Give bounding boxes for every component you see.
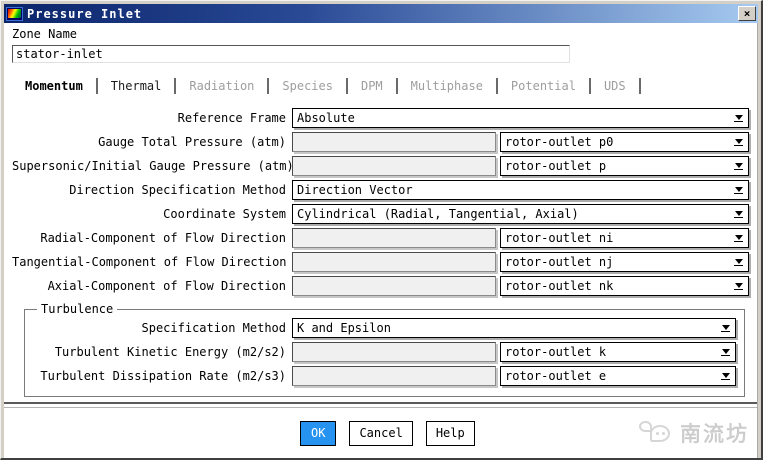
radial-component-of-flow-direction-label: Radial-Component of Flow Direction xyxy=(40,231,286,245)
turbulence-group-title: Turbulence xyxy=(41,302,114,316)
tangential-component-of-flow-direction-label: Tangential-Component of Flow Direction xyxy=(12,255,287,269)
supersonic-initial-gauge-pressure-atm-input[interactable] xyxy=(292,156,496,176)
selected-value: rotor-outlet e xyxy=(505,369,607,383)
form-row: Turbulent Dissipation Rate (m2/s3) rotor-… xyxy=(33,364,736,388)
coordinate-system-label: Coordinate System xyxy=(163,207,286,221)
dropdown-arrow-icon[interactable] xyxy=(733,282,744,290)
pressure-inlet-dialog: Pressure Inlet × Zone Name stator-inlet … xyxy=(0,0,763,460)
selected-value: K and Epsilon xyxy=(297,321,391,335)
dialog-body: Zone Name stator-inlet Momentum Thermal Ra… xyxy=(4,23,758,458)
form-row: Radial-Component of Flow Direction rotor-… xyxy=(12,226,749,250)
dropdown-arrow-icon[interactable] xyxy=(733,138,744,146)
selected-value: Cylindrical (Radial, Tangential, Axial) xyxy=(297,207,579,221)
window-title: Pressure Inlet xyxy=(27,6,143,21)
tab-thermal[interactable]: Thermal xyxy=(98,79,175,93)
dropdown-arrow-icon[interactable] xyxy=(720,348,731,356)
tangential-component-of-flow-direction-input[interactable] xyxy=(292,252,496,272)
form-row: Supersonic/Initial Gauge Pressure (atm) r… xyxy=(12,154,749,178)
direction-specification-method-label: Direction Specification Method xyxy=(69,183,286,197)
tangential-component-of-flow-direction-select[interactable]: rotor-outlet nj xyxy=(500,252,749,272)
dropdown-arrow-icon[interactable] xyxy=(720,372,731,380)
direction-specification-method-select[interactable]: Direction Vector xyxy=(292,180,749,200)
turbulence-group: Turbulence Specification Method K and Eps… xyxy=(24,302,745,397)
ok-button[interactable]: OK xyxy=(300,420,337,446)
selected-value: rotor-outlet k xyxy=(505,345,607,359)
tab-radiation: Radiation xyxy=(189,79,255,93)
selected-value: Absolute xyxy=(297,111,355,125)
watermark: 南流坊 xyxy=(638,418,749,448)
form-row: Reference Frame Absolute xyxy=(12,106,749,130)
gauge-total-pressure-atm-input[interactable] xyxy=(292,132,496,152)
gauge-total-pressure-atm-label: Gauge Total Pressure (atm) xyxy=(98,135,286,149)
tab-bar: Momentum Thermal Radiation Species DPM Multip… xyxy=(12,77,749,95)
footer: OK Cancel Help 南流坊 xyxy=(4,408,757,458)
dropdown-arrow-icon[interactable] xyxy=(733,210,744,218)
close-icon: × xyxy=(743,7,751,20)
form-row: Specification Method K and Epsilon xyxy=(33,316,736,340)
reference-frame-select[interactable]: Absolute xyxy=(292,108,749,128)
supersonic-initial-gauge-pressure-atm-select[interactable]: rotor-outlet p xyxy=(500,156,749,176)
form-row: Turbulent Kinetic Energy (m2/s2) rotor-ou… xyxy=(33,340,736,364)
form-row: Direction Specification Method Direction … xyxy=(12,178,749,202)
watermark-logo-icon xyxy=(638,418,676,448)
selected-value: rotor-outlet p0 xyxy=(505,135,614,149)
gauge-total-pressure-atm-select[interactable]: rotor-outlet p0 xyxy=(500,132,749,152)
dropdown-arrow-icon[interactable] xyxy=(733,186,744,194)
tab-momentum[interactable]: Momentum xyxy=(12,79,96,93)
axial-component-of-flow-direction-label: Axial-Component of Flow Direction xyxy=(47,279,286,293)
turbulent-kinetic-energy-m2-s2-label: Turbulent Kinetic Energy (m2/s2) xyxy=(54,345,286,359)
title-bar[interactable]: Pressure Inlet × xyxy=(4,4,758,23)
turbulent-dissipation-rate-m2-s3-label: Turbulent Dissipation Rate (m2/s3) xyxy=(40,369,286,383)
watermark-text: 南流坊 xyxy=(680,422,749,447)
radial-component-of-flow-direction-select[interactable]: rotor-outlet ni xyxy=(500,228,749,248)
turbulence-form: Specification Method K and Epsilon Turbule… xyxy=(33,316,736,388)
dropdown-arrow-icon[interactable] xyxy=(720,324,731,332)
selected-value: rotor-outlet p xyxy=(505,159,607,173)
dropdown-arrow-icon[interactable] xyxy=(733,234,744,242)
specification-method-select[interactable]: K and Epsilon xyxy=(292,318,736,338)
selected-value: rotor-outlet nj xyxy=(505,255,614,269)
tab-uds: UDS xyxy=(603,79,626,93)
zone-name-input[interactable]: stator-inlet xyxy=(12,45,570,63)
close-button[interactable]: × xyxy=(738,6,756,21)
dropdown-arrow-icon[interactable] xyxy=(733,114,744,122)
radial-component-of-flow-direction-input[interactable] xyxy=(292,228,496,248)
zone-name-label: Zone Name xyxy=(12,27,78,41)
reference-frame-label: Reference Frame xyxy=(177,111,286,125)
cancel-button[interactable]: Cancel xyxy=(349,420,413,446)
turbulent-dissipation-rate-m2-s3-select[interactable]: rotor-outlet e xyxy=(500,366,736,386)
axial-component-of-flow-direction-input[interactable] xyxy=(292,276,496,296)
axial-component-of-flow-direction-select[interactable]: rotor-outlet nk xyxy=(500,276,749,296)
form-row: Coordinate System Cylindrical (Radial, Ta… xyxy=(12,202,749,226)
tab-multiphase: Multiphase xyxy=(410,79,483,93)
selected-value: rotor-outlet ni xyxy=(505,231,614,245)
supersonic-initial-gauge-pressure-atm-label: Supersonic/Initial Gauge Pressure (atm) xyxy=(12,159,294,173)
zone-name-value: stator-inlet xyxy=(16,47,103,61)
form-row: Axial-Component of Flow Direction rotor-o… xyxy=(12,274,749,298)
tab-separator xyxy=(638,78,641,94)
coordinate-system-select[interactable]: Cylindrical (Radial, Tangential, Axial) xyxy=(292,204,749,224)
turbulent-dissipation-rate-m2-s3-input[interactable] xyxy=(292,366,496,386)
fluent-app-icon xyxy=(6,6,23,21)
help-button[interactable]: Help xyxy=(425,420,475,446)
tab-dpm: DPM xyxy=(360,79,383,93)
dropdown-arrow-icon[interactable] xyxy=(733,258,744,266)
turbulent-kinetic-energy-m2-s2-select[interactable]: rotor-outlet k xyxy=(500,342,736,362)
selected-value: Direction Vector xyxy=(297,183,413,197)
tab-potential: Potential xyxy=(510,79,576,93)
momentum-form: Reference Frame Absolute Gauge Total Press… xyxy=(12,106,749,298)
specification-method-label: Specification Method xyxy=(141,321,287,335)
dropdown-arrow-icon[interactable] xyxy=(733,162,744,170)
turbulent-kinetic-energy-m2-s2-input[interactable] xyxy=(292,342,496,362)
tab-species: Species xyxy=(282,79,333,93)
selected-value: rotor-outlet nk xyxy=(505,279,614,293)
form-row: Gauge Total Pressure (atm) rotor-outlet p… xyxy=(12,130,749,154)
form-row: Tangential-Component of Flow Direction ro… xyxy=(12,250,749,274)
